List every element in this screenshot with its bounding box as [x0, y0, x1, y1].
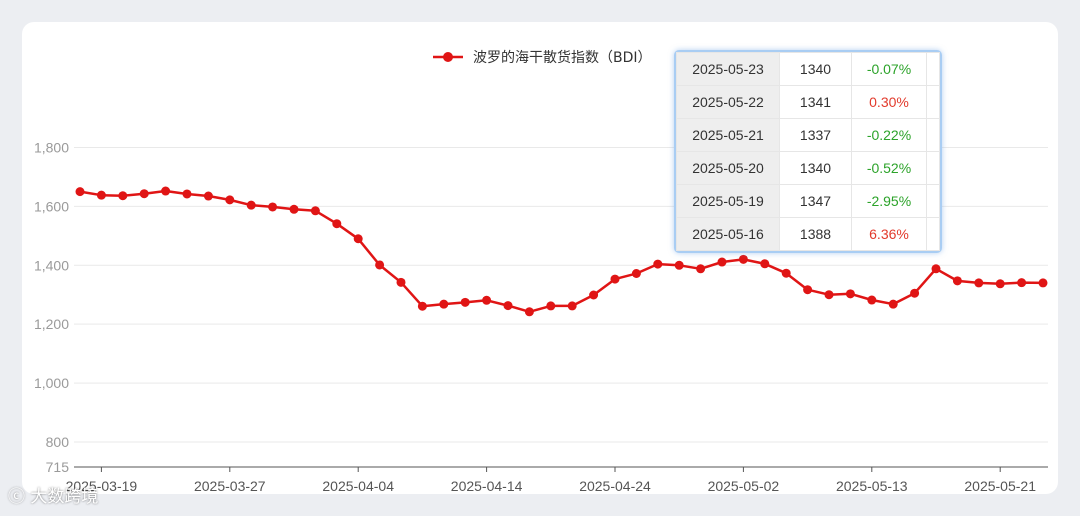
data-point [310, 206, 320, 216]
tooltip-spacer [926, 217, 940, 251]
tooltip-change: -0.22% [851, 118, 927, 152]
y-tick-label: 715 [46, 459, 70, 475]
y-tick-label: 1,400 [34, 257, 69, 273]
data-point [610, 274, 620, 284]
data-point [931, 264, 941, 274]
x-tick-label: 2025-05-02 [708, 478, 780, 494]
tooltip-value: 1337 [779, 118, 852, 152]
x-tick-label: 2025-04-04 [322, 478, 394, 494]
data-point [396, 277, 406, 287]
x-tick-label: 2025-05-21 [964, 478, 1036, 494]
data-point [995, 279, 1005, 289]
x-tick-label: 2025-04-14 [451, 478, 523, 494]
tooltip-date: 2025-05-16 [676, 217, 780, 251]
data-point [353, 234, 363, 244]
tooltip-date: 2025-05-23 [676, 52, 780, 86]
data-point [225, 195, 235, 205]
legend-marker [443, 52, 453, 62]
data-point [439, 299, 449, 309]
x-tick-label: 2025-05-13 [836, 478, 908, 494]
tooltip-value: 1341 [779, 85, 852, 119]
y-tick-label: 1,000 [34, 375, 69, 391]
tooltip-date: 2025-05-21 [676, 118, 780, 152]
data-point [118, 191, 128, 201]
tooltip-row: 2025-05-19 1347 -2.95% [676, 184, 940, 218]
data-point [717, 257, 727, 267]
data-point [738, 254, 748, 264]
data-point [781, 268, 791, 278]
data-point [75, 187, 85, 197]
tooltip-row: 2025-05-20 1340 -0.52% [676, 151, 940, 185]
data-point [631, 269, 641, 279]
tooltip-change: -0.52% [851, 151, 927, 185]
y-tick-label: 1,800 [34, 139, 69, 155]
tooltip-spacer [926, 118, 940, 152]
data-point [974, 278, 984, 288]
tooltip-row: 2025-05-16 1388 6.36% [676, 217, 940, 251]
tooltip-date: 2025-05-22 [676, 85, 780, 119]
data-point [803, 285, 813, 295]
legend-label: 波罗的海干散货指数（BDI） [473, 49, 652, 66]
tooltip-value: 1340 [779, 151, 852, 185]
tooltip-spacer [926, 151, 940, 185]
data-point [203, 191, 213, 201]
y-tick-label: 800 [46, 434, 70, 450]
data-point [482, 295, 492, 305]
data-point [952, 276, 962, 286]
data-point [524, 307, 534, 317]
data-point [246, 200, 256, 210]
x-tick-label: 2025-04-24 [579, 478, 651, 494]
chart-card: 715 800 1,000 1,200 1,400 1,600 1,800 2025-03-1… [22, 22, 1058, 494]
data-point [567, 301, 577, 311]
tooltip-row: 2025-05-21 1337 -0.22% [676, 118, 940, 152]
tooltip-value: 1340 [779, 52, 852, 86]
source-watermark: ⓒ 大数跨境 [8, 482, 98, 507]
data-point [546, 301, 556, 311]
tooltip-change: -2.95% [851, 184, 927, 218]
data-point [589, 290, 599, 300]
data-point [139, 189, 149, 199]
data-point [1038, 278, 1048, 288]
tooltip-spacer [926, 85, 940, 119]
tooltip-table: 2025-05-23 1340 -0.07% 2025-05-22 1341 0.30% 2… [676, 52, 940, 251]
watermark-text: 大数跨境 [30, 487, 99, 507]
tooltip-change: -0.07% [851, 52, 927, 86]
data-point [268, 202, 278, 212]
data-point [375, 260, 385, 270]
tooltip-row: 2025-05-23 1340 -0.07% [676, 52, 940, 86]
data-point [824, 290, 834, 300]
data-tooltip: 2025-05-23 1340 -0.07% 2025-05-22 1341 0.30% 2… [674, 50, 942, 253]
y-tick-label: 1,200 [34, 316, 69, 332]
data-point [161, 186, 171, 196]
data-point [760, 259, 770, 269]
data-point [845, 289, 855, 299]
data-point [289, 204, 299, 214]
data-point [888, 299, 898, 309]
tooltip-date: 2025-05-20 [676, 151, 780, 185]
tooltip-value: 1388 [779, 217, 852, 251]
data-point [503, 301, 513, 311]
data-point [460, 297, 470, 307]
data-point [182, 189, 192, 199]
data-point [910, 288, 920, 298]
data-point [96, 190, 106, 200]
tooltip-date: 2025-05-19 [676, 184, 780, 218]
tooltip-row: 2025-05-22 1341 0.30% [676, 85, 940, 119]
x-tick-label: 2025-03-27 [194, 478, 266, 494]
brand-logo-icon: ⓒ [8, 487, 25, 507]
data-point [1017, 278, 1027, 288]
data-point [867, 295, 877, 305]
data-point [653, 259, 663, 269]
data-point [674, 260, 684, 270]
tooltip-spacer [926, 184, 940, 218]
data-point [332, 219, 342, 229]
tooltip-change: 6.36% [851, 217, 927, 251]
tooltip-change: 0.30% [851, 85, 927, 119]
data-point [417, 301, 427, 311]
y-tick-label: 1,600 [34, 198, 69, 214]
data-point [696, 264, 706, 274]
tooltip-spacer [926, 52, 940, 86]
tooltip-value: 1347 [779, 184, 852, 218]
